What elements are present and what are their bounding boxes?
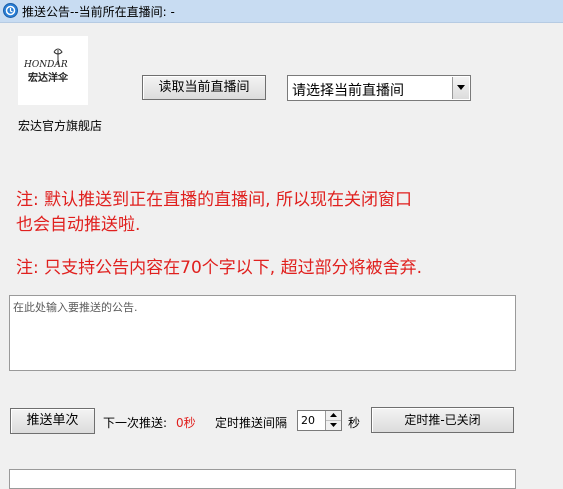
note-length-limit: 注: 只支持公告内容在70个字以下, 超过部分将被舍弃. <box>16 258 422 278</box>
shop-name: 宏达官方旗舰店 <box>18 119 103 133</box>
announcement-input[interactable]: 在此处输入要推送的公告. <box>9 295 516 371</box>
announcement-placeholder: 在此处输入要推送的公告. <box>13 301 138 314</box>
seconds-label: 秒 <box>348 416 361 430</box>
shop-logo: HONDAR 宏达洋伞 <box>18 36 88 105</box>
interval-label: 定时推送间隔 <box>215 416 288 430</box>
dropdown-arrow-icon[interactable] <box>452 77 469 99</box>
svg-text:HONDAR: HONDAR <box>23 60 68 70</box>
room-select-value: 请选择当前直播间 <box>292 83 404 99</box>
log-output-box[interactable] <box>9 469 516 489</box>
step-down-icon[interactable] <box>326 421 341 430</box>
title-bar[interactable]: 推送公告--当前所在直播间: - <box>0 0 563 23</box>
next-push-countdown: 0秒 <box>176 416 196 430</box>
window-title: 推送公告--当前所在直播间: - <box>22 5 175 19</box>
note-close-window-cont: 也会自动推送啦. <box>16 215 141 235</box>
stepper-buttons <box>325 411 341 430</box>
read-current-room-button[interactable]: 读取当前直播间 <box>142 75 266 100</box>
interval-stepper[interactable]: 20 <box>297 410 342 431</box>
step-up-icon[interactable] <box>326 411 341 421</box>
svg-text:宏达洋伞: 宏达洋伞 <box>28 71 69 84</box>
timer-push-toggle-button[interactable]: 定时推-已关闭 <box>371 407 514 433</box>
push-once-button[interactable]: 推送单次 <box>10 408 95 434</box>
interval-value[interactable]: 20 <box>301 414 315 427</box>
note-close-window: 注: 默认推送到正在直播的直播间, 所以现在关闭窗口 <box>16 190 412 210</box>
next-push-label: 下一次推送: <box>103 416 168 430</box>
room-select[interactable]: 请选择当前直播间 <box>287 75 471 101</box>
live-app-icon <box>3 3 18 18</box>
